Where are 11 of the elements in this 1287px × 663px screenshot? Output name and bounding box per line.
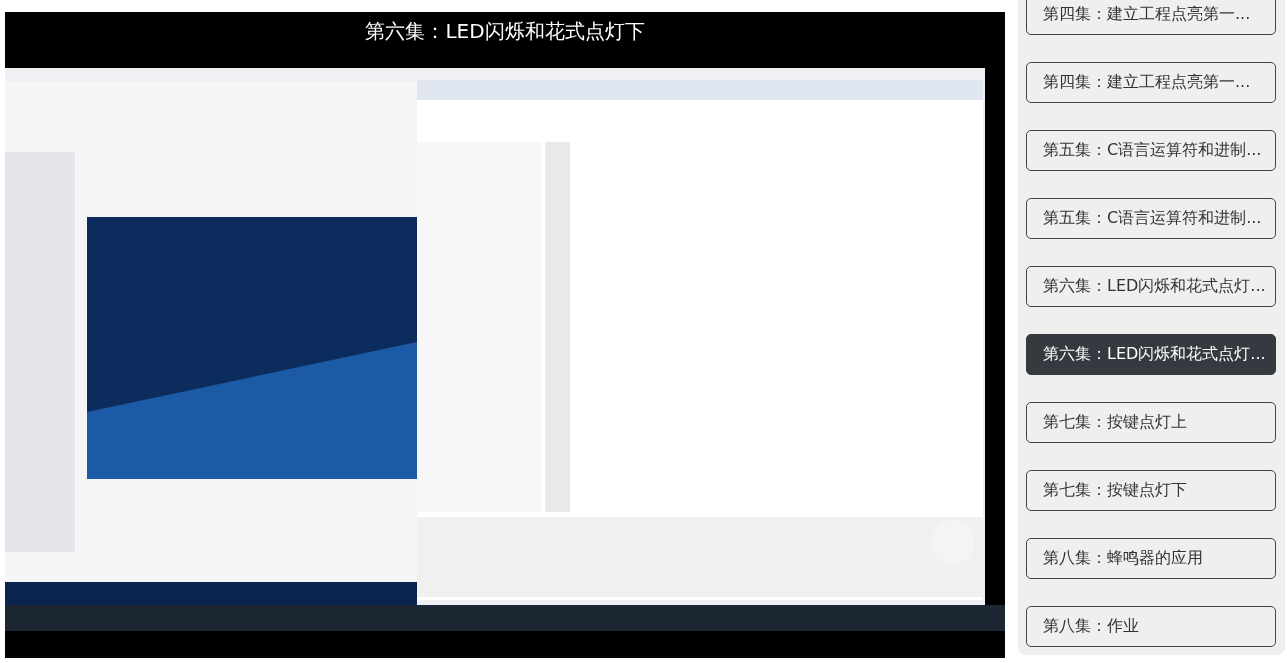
episode-item[interactable]: 第四集：建立工程点亮第一...: [1026, 62, 1276, 103]
episode-item[interactable]: 第四集：建立工程点亮第一...: [1026, 0, 1276, 35]
episode-item[interactable]: 第八集：蜂鸣器的应用: [1026, 538, 1276, 579]
episode-item[interactable]: 第七集：按键点灯下: [1026, 470, 1276, 511]
episode-item[interactable]: 第六集：LED闪烁和花式点灯...: [1026, 334, 1276, 375]
episode-item[interactable]: 第五集：C语言运算符和进制...: [1026, 198, 1276, 239]
video-title: 第六集：LED闪烁和花式点灯下: [365, 19, 645, 43]
episode-item[interactable]: 第五集：C语言运算符和进制...: [1026, 130, 1276, 171]
episode-item[interactable]: 第六集：LED闪烁和花式点灯...: [1026, 266, 1276, 307]
episode-item[interactable]: 第八集：作业: [1026, 606, 1276, 647]
episode-item[interactable]: 第七集：按键点灯上: [1026, 402, 1276, 443]
